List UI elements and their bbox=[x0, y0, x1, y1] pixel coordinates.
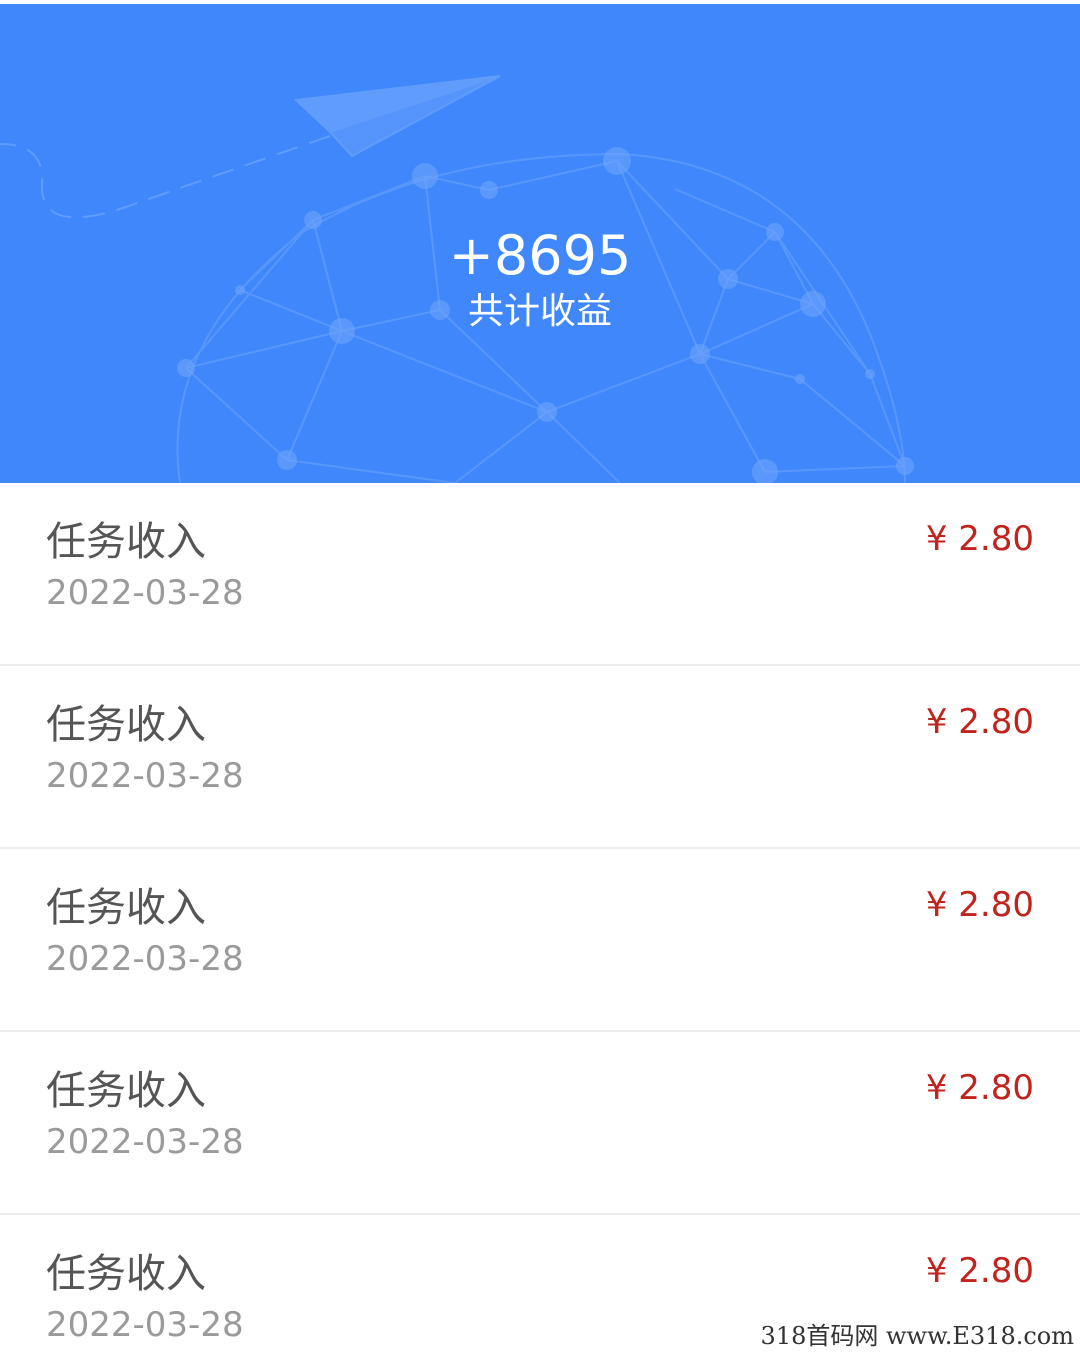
item-title: 任务收入 bbox=[46, 1251, 206, 1297]
item-title: 任务收入 bbox=[46, 702, 206, 748]
item-amount: ¥ 2.80 bbox=[925, 1068, 1034, 1108]
item-date: 2022-03-28 bbox=[46, 939, 244, 979]
site-watermark: 318首码网 www.E318.com bbox=[750, 1317, 1080, 1355]
item-amount: ¥ 2.80 bbox=[925, 702, 1034, 742]
item-title: 任务收入 bbox=[46, 885, 206, 931]
list-item[interactable]: 任务收入 2022-03-28 ¥ 2.80 bbox=[0, 483, 1080, 666]
item-title: 任务收入 bbox=[46, 1068, 206, 1114]
list-item[interactable]: 任务收入 2022-03-28 ¥ 2.80 bbox=[0, 666, 1080, 849]
list-item[interactable]: 任务收入 2022-03-28 ¥ 2.80 bbox=[0, 849, 1080, 1032]
paper-plane-icon bbox=[0, 75, 501, 219]
income-list: 任务收入 2022-03-28 ¥ 2.80 任务收入 2022-03-28 ¥… bbox=[0, 483, 1080, 1355]
item-date: 2022-03-28 bbox=[46, 573, 244, 613]
item-date: 2022-03-28 bbox=[46, 1305, 244, 1345]
item-amount: ¥ 2.80 bbox=[925, 885, 1034, 925]
total-income-amount: +8695 bbox=[448, 224, 632, 287]
list-item[interactable]: 任务收入 2022-03-28 ¥ 2.80 bbox=[0, 1032, 1080, 1215]
item-amount: ¥ 2.80 bbox=[925, 1251, 1034, 1291]
total-income-header: +8695 共计收益 bbox=[0, 4, 1080, 483]
item-title: 任务收入 bbox=[46, 519, 206, 565]
item-date: 2022-03-28 bbox=[46, 1122, 244, 1162]
total-income-label: 共计收益 bbox=[467, 291, 612, 332]
item-amount: ¥ 2.80 bbox=[925, 519, 1034, 559]
item-date: 2022-03-28 bbox=[46, 756, 244, 796]
income-detail-page: +8695 共计收益 任务收入 2022-03-28 ¥ 2.80 任务收入 2… bbox=[0, 0, 1080, 1355]
